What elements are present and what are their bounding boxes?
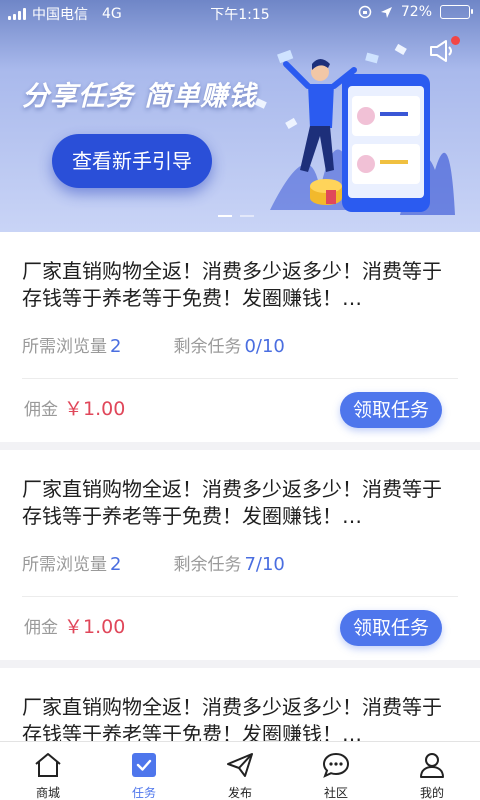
remaining-tasks-value: 0/10 — [244, 336, 285, 357]
tab-label: 商城 — [35, 786, 60, 800]
claim-task-button[interactable]: 领取任务 — [340, 610, 442, 646]
task-card[interactable]: 厂家直销购物全返！消费多少返多少！消费等于存钱等于养老等于免费！发圈赚钱！… — [0, 668, 480, 741]
required-views-value: 2 — [110, 336, 122, 357]
required-views-label: 所需浏览量 — [22, 555, 107, 575]
earn-money-illustration — [254, 43, 455, 215]
task-title: 厂家直销购物全返！消费多少返多少！消费等于存钱等于养老等于免费！发圈赚钱！… — [22, 477, 442, 528]
task-card[interactable]: 厂家直销购物全返！消费多少返多少！消费等于存钱等于养老等于免费！发圈赚钱！… 所… — [0, 450, 480, 660]
required-views-value: 2 — [110, 554, 122, 575]
banner-title: 分享任务 简单赚钱 — [22, 81, 257, 112]
task-checkbox-icon — [132, 753, 156, 777]
tab-mall[interactable]: 商城 — [0, 742, 96, 800]
promo-banner[interactable]: 中国电信 4G 下午1:15 72% 分享任务 简单赚钱 查看新手引导 — [0, 0, 480, 232]
remaining-tasks-label: 剩余任务 — [173, 555, 242, 575]
required-views-label: 所需浏览量 — [22, 337, 107, 357]
bottom-tab-bar: 商城 任务 发布 社区 我的 — [0, 741, 480, 800]
carousel-dot — [240, 215, 254, 217]
commission-label: 佣金 — [24, 618, 58, 638]
remaining-tasks-label: 剩余任务 — [173, 337, 242, 357]
tab-publish[interactable]: 发布 — [192, 742, 288, 800]
tab-label: 我的 — [419, 786, 444, 800]
task-meta: 所需浏览量 2 剩余任务 7/10 — [22, 550, 337, 575]
tab-label: 发布 — [227, 786, 252, 800]
claim-task-button[interactable]: 领取任务 — [340, 392, 442, 428]
tab-mine[interactable]: 我的 — [384, 742, 480, 800]
rotation-lock-icon — [358, 5, 372, 19]
home-icon — [35, 753, 61, 777]
user-icon — [420, 753, 444, 778]
task-card[interactable]: 厂家直销购物全返！消费多少返多少！消费等于存钱等于养老等于免费！发圈赚钱！… 所… — [0, 232, 480, 442]
status-bar: 中国电信 4G 下午1:15 72% — [0, 0, 480, 26]
divider — [22, 596, 458, 597]
tab-label: 社区 — [323, 786, 348, 800]
remaining-tasks-value: 7/10 — [244, 554, 285, 575]
task-title: 厂家直销购物全返！消费多少返多少！消费等于存钱等于养老等于免费！发圈赚钱！… — [22, 259, 442, 310]
commission-amount: ￥1.00 — [64, 398, 126, 420]
commission-label: 佣金 — [24, 400, 58, 420]
location-arrow-icon — [380, 6, 392, 18]
tab-tasks[interactable]: 任务 — [96, 742, 192, 800]
paper-plane-icon — [227, 753, 253, 777]
battery-icon — [440, 5, 473, 19]
carousel-indicator — [218, 215, 254, 217]
divider — [22, 378, 458, 379]
tab-label: 任务 — [131, 786, 156, 800]
beginner-guide-button[interactable]: 查看新手引导 — [52, 134, 212, 188]
chat-bubble-icon — [322, 752, 350, 778]
battery-percent: 72% — [400, 4, 432, 20]
tab-community[interactable]: 社区 — [288, 742, 384, 800]
commission-amount: ￥1.00 — [64, 616, 126, 638]
task-meta: 所需浏览量 2 剩余任务 0/10 — [22, 332, 337, 357]
carousel-dot-active — [218, 215, 232, 217]
task-title: 厂家直销购物全返！消费多少返多少！消费等于存钱等于养老等于免费！发圈赚钱！… — [22, 695, 442, 741]
